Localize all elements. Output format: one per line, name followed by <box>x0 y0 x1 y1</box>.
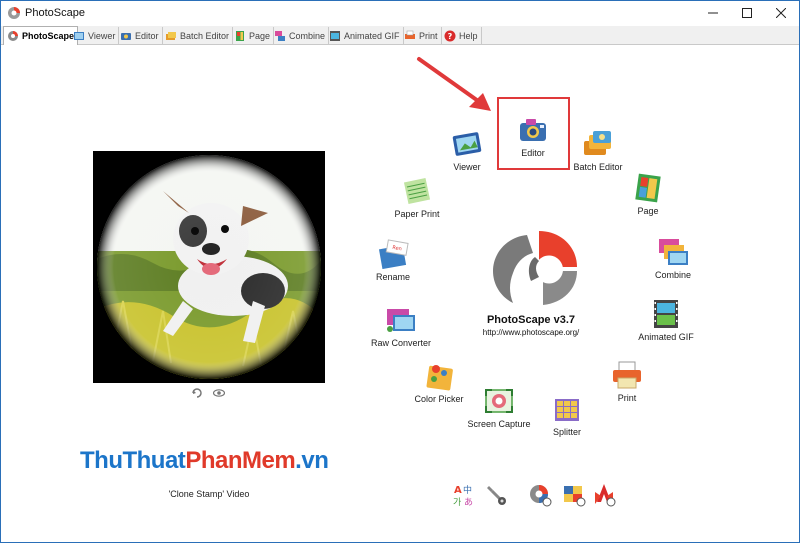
print-icon <box>405 30 415 39</box>
app-window: PhotoScape PhotoScape Viewer Editor Batc… <box>0 0 800 543</box>
tab-print[interactable]: Print <box>401 27 442 44</box>
menu-page[interactable]: Page <box>608 173 688 216</box>
menu-rename[interactable]: Ren Rename <box>353 239 433 282</box>
raw-converter-icon <box>387 309 415 332</box>
editor-icon <box>121 32 131 40</box>
tab-label: Print <box>419 30 438 41</box>
close-icon <box>776 8 786 18</box>
svg-text:A: A <box>454 485 462 496</box>
batch-editor-icon <box>584 131 611 155</box>
menu-animated-gif[interactable]: Animated GIF <box>626 299 706 342</box>
tab-viewer[interactable]: Viewer <box>70 27 120 44</box>
settings-tools-icon[interactable] <box>483 482 509 508</box>
menu-label: Page <box>637 206 659 216</box>
menu-label: Batch Editor <box>573 162 623 172</box>
menu-label: Paper Print <box>394 209 440 219</box>
tab-editor[interactable]: Editor <box>117 27 163 44</box>
red-arrows-icon[interactable] <box>591 482 617 508</box>
photoscape-x-icon[interactable] <box>561 482 587 508</box>
title-bar: PhotoScape <box>1 1 799 25</box>
menu-label: Viewer <box>453 162 481 172</box>
tab-label: Viewer <box>88 30 116 41</box>
menu-raw-converter[interactable]: Raw Converter <box>361 305 441 348</box>
editor-icon <box>520 119 546 141</box>
minimize-icon <box>708 12 718 14</box>
page-icon <box>635 173 661 203</box>
tab-label: PhotoScape <box>22 31 75 41</box>
viewer-icon <box>74 31 84 40</box>
app-version-title: PhotoScape v3.7 <box>486 314 576 326</box>
photoscape-update-icon[interactable] <box>527 482 553 508</box>
app-icon <box>8 7 20 19</box>
view-eye-icon[interactable] <box>213 387 225 399</box>
splitter-icon <box>555 399 579 421</box>
viewer-icon <box>452 132 482 156</box>
tab-help[interactable]: ? Help <box>441 27 482 44</box>
tab-label: Batch Editor <box>180 30 230 41</box>
svg-text:가: 가 <box>453 497 461 508</box>
tab-combine[interactable]: Combine <box>271 27 330 44</box>
menu-label: Combine <box>654 270 692 280</box>
tab-label: Combine <box>289 30 326 41</box>
color-picker-icon <box>426 365 453 391</box>
help-icon: ? <box>444 30 456 41</box>
photoscape-logo <box>493 231 577 305</box>
menu-label: Animated GIF <box>638 332 694 342</box>
menu-combine[interactable]: Combine <box>633 237 713 280</box>
maximize-button[interactable] <box>730 1 764 25</box>
menu-batch-editor[interactable]: Batch Editor <box>558 129 638 172</box>
batch-editor-icon <box>166 31 176 40</box>
minimize-button[interactable] <box>696 1 730 25</box>
tab-label: Animated GIF <box>344 30 400 41</box>
photoscape-icon <box>8 31 18 41</box>
tab-animated-gif[interactable]: Animated GIF <box>326 27 404 44</box>
svg-text:あ: あ <box>464 497 473 508</box>
svg-text:?: ? <box>448 32 453 41</box>
menu-splitter[interactable]: Splitter <box>527 394 607 437</box>
rotate-icon[interactable] <box>191 387 203 399</box>
menu-paper-print[interactable]: Paper Print <box>377 176 457 219</box>
print-icon <box>613 361 641 389</box>
language-icon[interactable]: A 中 가 あ <box>451 482 477 508</box>
website-link[interactable]: http://www.photoscape.org/ <box>471 328 591 337</box>
watermark-text: ThuThuatPhanMem.vn <box>80 447 329 474</box>
combine-icon <box>275 30 285 41</box>
menu-label: Rename <box>375 272 411 282</box>
page-icon <box>236 30 244 41</box>
svg-text:中: 中 <box>463 484 472 496</box>
rename-icon: Ren <box>378 239 409 269</box>
clone-stamp-video-link[interactable]: 'Clone Stamp' Video <box>131 489 287 499</box>
paper-print-icon <box>403 177 431 205</box>
maximize-icon <box>742 8 752 18</box>
screen-capture-icon <box>485 389 513 413</box>
menu-label: Splitter <box>552 427 581 437</box>
tab-label: Page <box>249 30 271 41</box>
close-button[interactable] <box>764 1 798 25</box>
tab-label: Help <box>459 30 478 41</box>
tab-batch-editor[interactable]: Batch Editor <box>162 27 234 44</box>
dog-photo-illustration <box>93 151 325 383</box>
tab-label: Editor <box>135 30 159 41</box>
animated-gif-icon <box>654 300 678 328</box>
tab-bar: PhotoScape Viewer Editor Batch Editor Pa… <box>1 26 799 45</box>
tab-photoscape[interactable]: PhotoScape <box>3 26 79 45</box>
combine-icon <box>659 239 688 265</box>
animated-gif-icon <box>330 30 340 41</box>
menu-label: Raw Converter <box>370 338 432 348</box>
red-arrow-annotation <box>417 57 491 111</box>
tab-page[interactable]: Page <box>231 27 275 44</box>
sample-photo <box>93 151 325 383</box>
window-title: PhotoScape <box>25 7 85 19</box>
